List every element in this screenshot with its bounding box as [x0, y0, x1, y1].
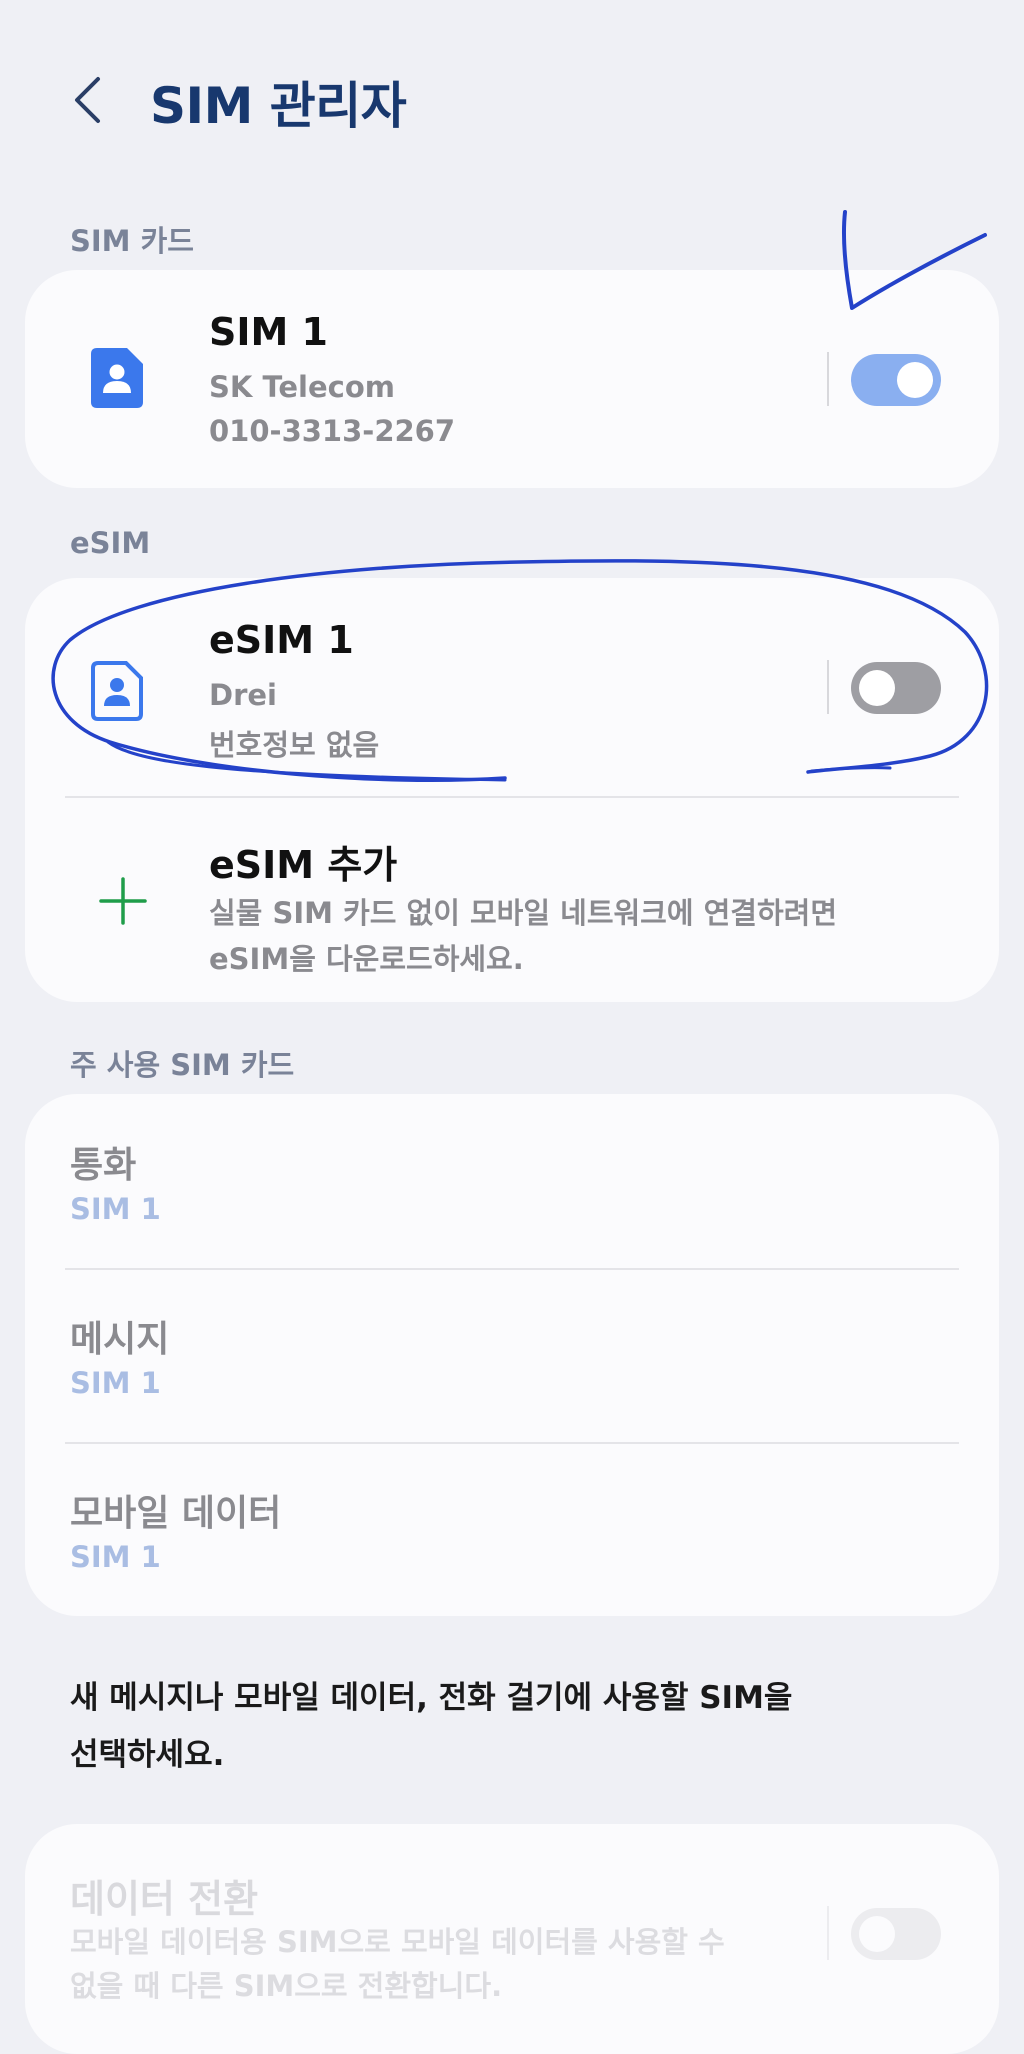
calls-title: 통화: [70, 1145, 137, 1186]
data-switch-title: 데이터 전환: [70, 1877, 259, 1921]
sim1-carrier: SK Telecom: [209, 370, 395, 404]
section-label-preferred-sim: 주 사용 SIM 카드: [70, 1048, 295, 1082]
chevron-left-icon: [75, 77, 100, 123]
sim-card-list: SIM 1 SK Telecom 010-3313-2267: [25, 270, 999, 488]
data-switch-desc-line1: 모바일 데이터용 SIM으로 모바일 데이터를 사용할 수: [70, 1925, 725, 1959]
sim1-toggle[interactable]: [851, 354, 941, 406]
messages-value: SIM 1: [70, 1366, 161, 1400]
esim-list: eSIM 1 Drei 번호정보 없음 eSIM 추가 실물 SIM 카드 없이…: [25, 578, 999, 1002]
esim1-number: 번호정보 없음: [209, 728, 380, 762]
add-esim-row[interactable]: eSIM 추가 실물 SIM 카드 없이 모바일 네트워크에 연결하려면 eSI…: [25, 798, 999, 1002]
add-esim-desc-line2: eSIM을 다운로드하세요.: [209, 942, 524, 976]
app-header: SIM 관리자: [0, 0, 1024, 200]
plus-icon: [99, 877, 147, 925]
sim1-title: SIM 1: [209, 310, 328, 354]
messages-title: 메시지: [70, 1319, 170, 1360]
esim1-toggle[interactable]: [851, 662, 941, 714]
back-button[interactable]: [62, 68, 112, 132]
toggle-knob: [897, 362, 933, 398]
esim-card-icon: [91, 661, 143, 721]
preferred-sim-list: 통화 SIM 1 메시지 SIM 1 모바일 데이터 SIM 1: [25, 1094, 999, 1616]
add-esim-desc-line1: 실물 SIM 카드 없이 모바일 네트워크에 연결하려면: [209, 896, 838, 930]
calls-row[interactable]: 통화 SIM 1: [25, 1094, 999, 1268]
calls-value: SIM 1: [70, 1192, 161, 1226]
data-switch-toggle[interactable]: [851, 1908, 941, 1960]
messages-row[interactable]: 메시지 SIM 1: [25, 1270, 999, 1442]
section-label-esim: eSIM: [70, 526, 151, 560]
data-switch-desc: 모바일 데이터용 SIM으로 모바일 데이터를 사용할 수 없을 때 다른 SI…: [70, 1920, 770, 2008]
mobile-data-row[interactable]: 모바일 데이터 SIM 1: [25, 1444, 999, 1616]
row-divider: [827, 1906, 829, 1960]
sim1-row[interactable]: SIM 1 SK Telecom 010-3313-2267: [25, 270, 999, 488]
note-line1: 새 메시지나 모바일 데이터, 전화 걸기에 사용할 SIM을: [70, 1680, 793, 1716]
note-line2: 선택하세요.: [70, 1737, 225, 1773]
row-divider: [827, 660, 829, 714]
row-divider: [827, 352, 829, 406]
sim1-number: 010-3313-2267: [209, 414, 456, 448]
preferred-sim-note: 새 메시지나 모바일 데이터, 전화 걸기에 사용할 SIM을 선택하세요.: [70, 1670, 930, 1784]
mobile-data-value: SIM 1: [70, 1540, 161, 1574]
sim-card-icon: [91, 348, 143, 408]
add-esim-title: eSIM 추가: [209, 843, 398, 887]
esim1-carrier: Drei: [209, 678, 277, 712]
page-title: SIM 관리자: [150, 77, 407, 135]
toggle-knob: [859, 1916, 895, 1952]
section-label-sim-card: SIM 카드: [70, 224, 194, 258]
mobile-data-title: 모바일 데이터: [70, 1493, 282, 1534]
data-switch-desc-line2: 없을 때 다른 SIM으로 전환합니다.: [70, 1969, 503, 2003]
esim1-row[interactable]: eSIM 1 Drei 번호정보 없음: [25, 578, 999, 796]
esim1-title: eSIM 1: [209, 618, 354, 662]
toggle-knob: [859, 670, 895, 706]
